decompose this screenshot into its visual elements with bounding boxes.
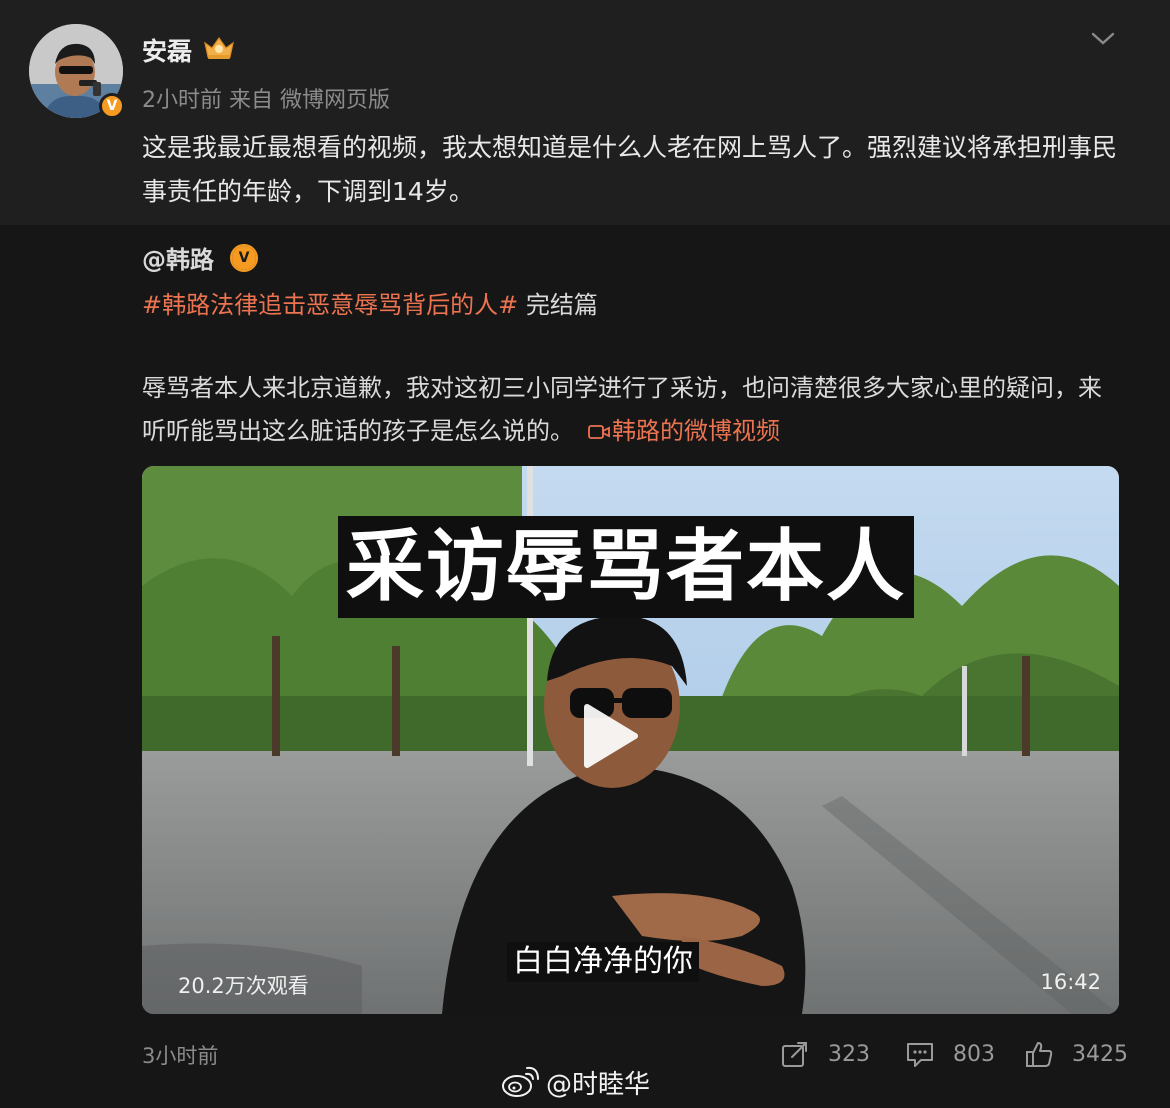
video-title-overlay: 采访辱骂者本人 bbox=[338, 516, 915, 618]
play-icon[interactable] bbox=[579, 701, 641, 771]
topic-link[interactable]: #韩路法律追击恶意辱骂背后的人# bbox=[142, 291, 518, 319]
crown-icon[interactable] bbox=[202, 34, 236, 62]
weibo-logo-icon bbox=[502, 1066, 539, 1097]
original-author[interactable]: @韩路 bbox=[142, 240, 214, 275]
original-text: 辱骂者本人来北京道歉，我对这初三小同学进行了采访，也问清楚很多大家心里的疑问，来… bbox=[142, 367, 1102, 453]
video-subtitle: 白白净净的你 bbox=[507, 942, 699, 982]
share-button[interactable]: 323 bbox=[780, 1037, 870, 1071]
share-icon bbox=[782, 1042, 807, 1067]
repost-card: @韩路 V #韩路法律追击恶意辱骂背后的人# 完结篇 辱骂者本人来北京道歉，我对… bbox=[0, 225, 1170, 1108]
watermark: @时睦华 bbox=[500, 1062, 650, 1102]
video-link[interactable]: 韩路的微博视频 bbox=[612, 417, 780, 445]
video-duration: 16:42 bbox=[1040, 970, 1101, 994]
video-views: 20.2万次观看 bbox=[178, 974, 309, 998]
comment-count: 803 bbox=[953, 1041, 995, 1067]
topic-suffix: 完结篇 bbox=[518, 291, 598, 319]
post-meta: 2小时前 来自 微博网页版 bbox=[142, 88, 390, 113]
share-count: 323 bbox=[828, 1041, 870, 1067]
chevron-down-icon[interactable] bbox=[1090, 30, 1116, 48]
username[interactable]: 安磊 bbox=[142, 32, 192, 68]
thumbs-up-icon bbox=[1026, 1042, 1053, 1067]
repost-time[interactable]: 3小时前 bbox=[142, 1040, 218, 1070]
watermark-text: @时睦华 bbox=[546, 1069, 651, 1100]
like-count: 3425 bbox=[1072, 1041, 1128, 1067]
comment-button[interactable]: 803 bbox=[905, 1037, 995, 1071]
verified-badge: V bbox=[230, 244, 258, 272]
verified-badge: V bbox=[99, 93, 125, 119]
video-link-icon bbox=[588, 425, 610, 439]
post-card: V 安磊 2小时前 来自 微博网页版 这是我最近最想看的视频，我太想知道是什么人… bbox=[0, 0, 1170, 225]
like-button[interactable]: 3425 bbox=[1024, 1037, 1128, 1071]
topic-line: #韩路法律追击恶意辱骂背后的人# 完结篇 bbox=[142, 285, 598, 320]
post-text: 这是我最近最想看的视频，我太想知道是什么人老在网上骂人了。强烈建议将承担刑事民事… bbox=[142, 133, 1118, 206]
comment-icon bbox=[907, 1043, 933, 1067]
video-player[interactable]: 采访辱骂者本人 白白净净的你 20.2万次观看 16:42 bbox=[142, 466, 1119, 1014]
